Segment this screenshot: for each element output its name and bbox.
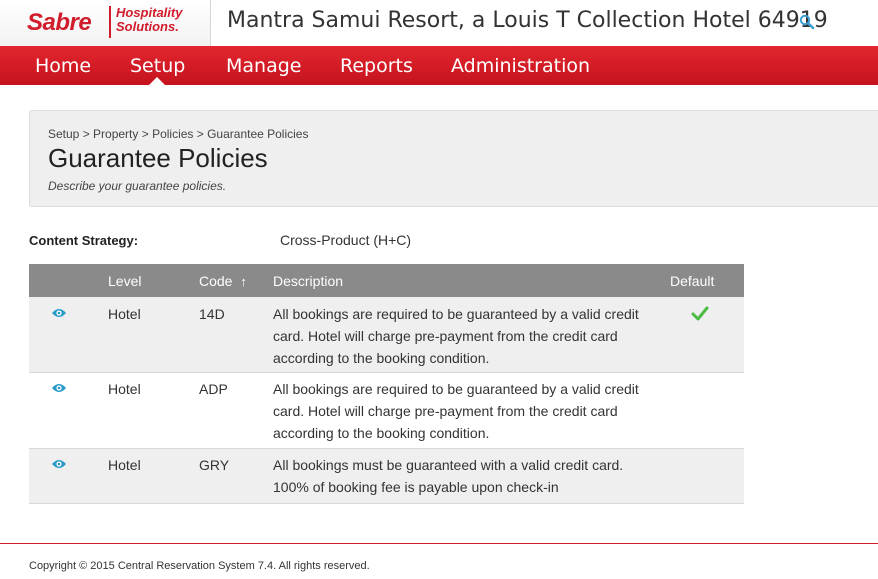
row-level: Hotel [108, 306, 141, 322]
brand-subtitle: Hospitality Solutions. [109, 6, 185, 38]
footer-divider [0, 543, 878, 544]
page-title: Guarantee Policies [48, 143, 268, 173]
sort-ascending-icon: ↑ [240, 274, 247, 289]
brand-subtitle-line1: Hospitality [116, 5, 183, 20]
row-code: 14D [199, 306, 225, 322]
table-row[interactable]: Hotel 14D All bookings are required to b… [29, 297, 744, 373]
brand-logo[interactable]: Sabre Hospitality Solutions. [0, 0, 211, 46]
nav-item-reports[interactable]: Reports [340, 55, 413, 77]
content-strategy-label: Content Strategy: [29, 233, 139, 248]
view-eye-icon[interactable] [51, 458, 67, 470]
nav-item-setup[interactable]: Setup [130, 55, 185, 77]
page-description: Describe your guarantee policies. [48, 179, 227, 193]
table-header: Level Code ↑ Description Default [29, 264, 744, 297]
row-level: Hotel [108, 381, 141, 397]
view-eye-icon[interactable] [51, 382, 67, 394]
hotel-title: Mantra Samui Resort, a Louis T Collectio… [227, 8, 828, 33]
active-nav-indicator [148, 77, 166, 86]
main-nav: Home Setup Manage Reports Administration [0, 46, 878, 85]
view-eye-icon[interactable] [51, 307, 67, 319]
default-check-icon [691, 306, 709, 321]
content-strategy-value: Cross-Product (H+C) [280, 232, 412, 248]
column-header-level[interactable]: Level [108, 273, 141, 289]
nav-item-administration[interactable]: Administration [451, 55, 590, 77]
search-icon[interactable] [799, 14, 815, 30]
brand-name: Sabre [27, 9, 92, 36]
breadcrumb[interactable]: Setup > Property > Policies > Guarantee … [48, 127, 308, 141]
table-row[interactable]: Hotel ADP All bookings are required to b… [29, 373, 744, 449]
guarantee-policies-table: Level Code ↑ Description Default Hotel 1… [29, 264, 744, 504]
column-header-code-label: Code [199, 273, 233, 289]
table-row[interactable]: Hotel GRY All bookings must be guarantee… [29, 449, 744, 504]
row-description: All bookings must be guaranteed with a v… [273, 457, 624, 495]
footer-copyright: Copyright © 2015 Central Reservation Sys… [29, 560, 370, 572]
row-description: All bookings are required to be guarante… [273, 306, 639, 366]
nav-item-manage[interactable]: Manage [226, 55, 301, 77]
row-level: Hotel [108, 457, 141, 473]
row-code: ADP [199, 381, 228, 397]
column-header-description[interactable]: Description [273, 273, 343, 289]
row-code: GRY [199, 457, 230, 473]
brand-subtitle-line2: Solutions. [116, 19, 179, 34]
page-header-panel: Setup > Property > Policies > Guarantee … [29, 110, 878, 207]
column-header-code[interactable]: Code ↑ [199, 273, 247, 289]
top-bar: Sabre Hospitality Solutions. Mantra Samu… [0, 0, 878, 46]
column-header-default[interactable]: Default [670, 273, 714, 289]
nav-item-home[interactable]: Home [35, 55, 91, 77]
row-description: All bookings are required to be guarante… [273, 381, 639, 441]
